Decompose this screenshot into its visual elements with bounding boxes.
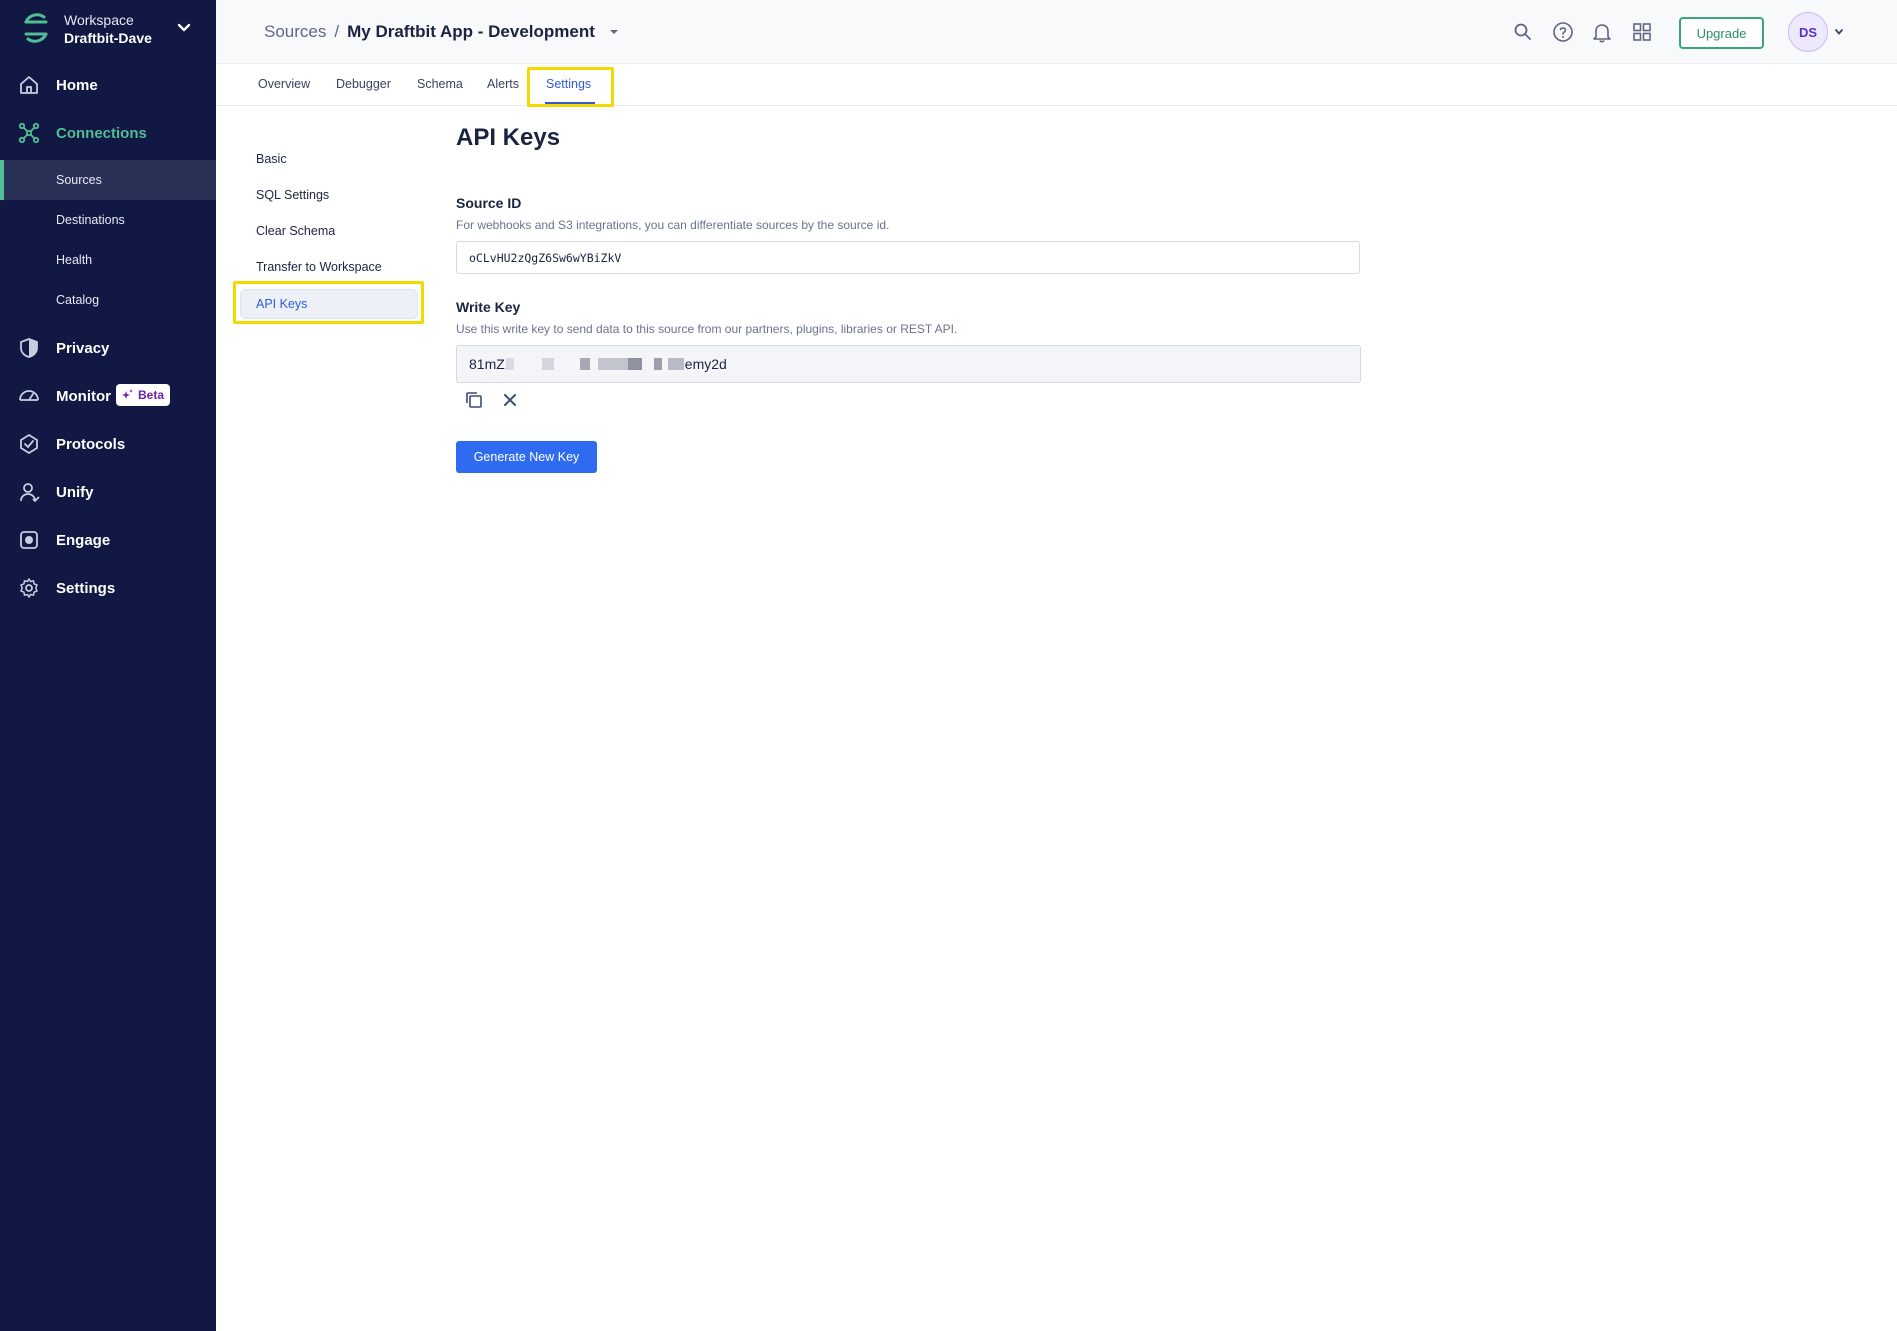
sidebar-subitem-label: Catalog [56, 293, 100, 307]
top-bar: Sources / My Draftbit App - Development … [216, 0, 1897, 64]
workspace-switcher[interactable]: Workspace Draftbit-Dave [0, 0, 216, 60]
sidebar-item-label: Engage [56, 531, 111, 549]
settings-menu-sql-settings[interactable]: SQL Settings [256, 188, 329, 202]
write-key-redacted [505, 358, 684, 370]
tab-overview[interactable]: Overview [258, 77, 310, 91]
sidebar-item-label: Connections [56, 124, 147, 142]
sidebar-item-label: Protocols [56, 435, 126, 453]
write-key-prefix: 81mZ [469, 356, 505, 372]
settings-menu-clear-schema[interactable]: Clear Schema [256, 224, 335, 238]
page-title: API Keys [456, 124, 561, 151]
write-key-suffix: emy2d [684, 356, 727, 372]
sidebar-item-label: Home [56, 76, 98, 94]
sidebar-item-engage[interactable]: Engage [0, 520, 216, 560]
tab-alerts[interactable]: Alerts [487, 77, 519, 91]
close-icon[interactable] [500, 390, 520, 410]
segment-logo-icon [24, 13, 48, 43]
sidebar-subitem-catalog[interactable]: Catalog [0, 280, 216, 320]
copy-icon[interactable] [464, 390, 484, 410]
source-id-label: Source ID [456, 195, 522, 211]
sidebar-item-label: Privacy [56, 339, 110, 357]
sidebar-item-privacy[interactable]: Privacy [0, 328, 216, 368]
sidebar-item-connections[interactable]: Connections [0, 113, 216, 153]
tab-schema[interactable]: Schema [417, 77, 463, 91]
source-id-field[interactable]: oCLvHU2zQgZ6Sw6wYBiZkV [456, 241, 1360, 274]
sidebar-item-label: Unify [56, 483, 94, 501]
upgrade-button[interactable]: Upgrade [1679, 17, 1764, 49]
highlight-box-api-keys [233, 281, 424, 324]
gauge-icon [19, 390, 39, 401]
breadcrumb-separator: / [334, 22, 340, 41]
help-icon[interactable] [1552, 21, 1574, 43]
gear-icon [20, 578, 38, 598]
bell-icon[interactable] [1591, 21, 1613, 43]
chevron-down-icon[interactable] [176, 20, 192, 36]
sidebar-subitem-label: Sources [56, 173, 102, 187]
chevron-down-icon[interactable] [1834, 27, 1844, 37]
settings-menu-basic[interactable]: Basic [256, 152, 287, 166]
breadcrumb-sources-link[interactable]: Sources [264, 22, 326, 42]
sidebar-subitem-sources[interactable]: Sources [0, 160, 216, 200]
caret-down-icon[interactable] [609, 27, 619, 37]
sidebar-subitem-label: Health [56, 253, 93, 267]
sidebar-item-protocols[interactable]: Protocols [0, 424, 216, 464]
sparkle-icon [122, 389, 133, 399]
sidebar-item-label: Monitor [56, 387, 111, 405]
settings-menu-transfer[interactable]: Transfer to Workspace [256, 260, 382, 274]
highlight-box-settings-tab [527, 67, 614, 107]
workspace-label: Workspace [64, 12, 134, 28]
write-key-help: Use this write key to send data to this … [456, 322, 958, 336]
generate-new-key-button[interactable]: Generate New Key [456, 441, 597, 473]
write-key-label: Write Key [456, 299, 521, 315]
engage-icon [20, 531, 38, 549]
sidebar: Workspace Draftbit-Dave Home Connections… [0, 0, 216, 1331]
protocols-icon [20, 433, 38, 455]
sidebar-item-home[interactable]: Home [0, 65, 216, 105]
sidebar-item-label: Settings [56, 579, 116, 597]
source-id-value: oCLvHU2zQgZ6Sw6wYBiZkV [469, 250, 622, 265]
sidebar-subitem-destinations[interactable]: Destinations [0, 200, 216, 240]
sidebar-subitem-health[interactable]: Health [0, 240, 216, 280]
write-key-field[interactable]: 81mZ emy2d [456, 345, 1361, 383]
user-icon [20, 483, 40, 503]
source-tabs: Overview Debugger Schema Alerts Settings [216, 65, 1897, 106]
avatar[interactable]: DS [1788, 12, 1828, 52]
search-icon[interactable] [1512, 21, 1534, 43]
tab-debugger[interactable]: Debugger [336, 77, 391, 91]
sidebar-subitem-label: Destinations [56, 213, 125, 227]
source-id-help: For webhooks and S3 integrations, you ca… [456, 218, 890, 232]
sidebar-item-monitor[interactable]: Monitor Beta [0, 376, 216, 416]
apps-grid-icon[interactable] [1631, 21, 1653, 43]
breadcrumb-current-source[interactable]: My Draftbit App - Development [347, 22, 595, 42]
shield-icon [20, 338, 38, 358]
home-icon [20, 76, 38, 94]
sidebar-item-unify[interactable]: Unify [0, 472, 216, 512]
breadcrumb: Sources / My Draftbit App - Development [264, 22, 619, 42]
connections-icon [18, 122, 40, 144]
beta-badge-label: Beta [138, 388, 165, 402]
sidebar-item-settings[interactable]: Settings [0, 568, 216, 608]
beta-badge: Beta [116, 384, 171, 406]
workspace-name: Draftbit-Dave [64, 30, 152, 46]
